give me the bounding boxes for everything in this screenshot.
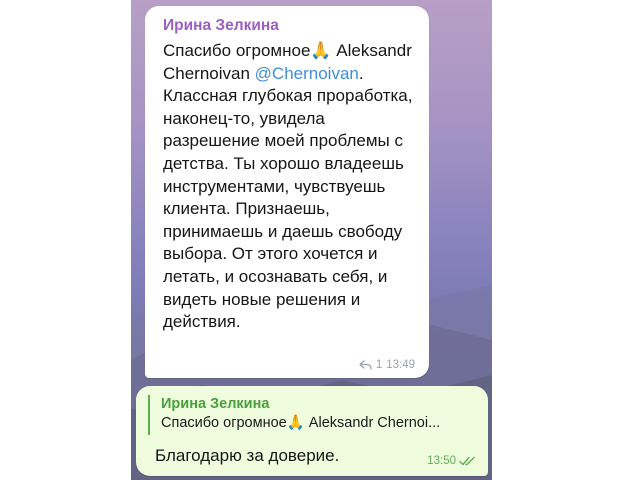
message-time: 13:49 bbox=[386, 359, 415, 371]
reply-quote[interactable]: Ирина Зелкина Спасибо огромное🙏 Aleksand… bbox=[148, 395, 472, 435]
message-text: Спасибо огромное🙏 Aleksandr Chernoivan @… bbox=[163, 40, 425, 334]
reply-count[interactable]: 1 bbox=[376, 359, 382, 371]
reply-arrow-icon[interactable] bbox=[359, 360, 372, 370]
message-meta: 1 13:49 bbox=[359, 359, 415, 371]
message-text-part: . Классная глубокая проработка, наконец-… bbox=[163, 63, 413, 332]
incoming-message-bubble[interactable]: Ирина Зелкина Спасибо огромное🙏 Aleksand… bbox=[145, 6, 429, 378]
sender-name[interactable]: Ирина Зелкина bbox=[163, 17, 279, 35]
double-check-icon bbox=[459, 456, 475, 466]
quote-text: Спасибо огромное🙏 Aleksandr Chernoi... bbox=[161, 415, 441, 431]
outgoing-message-bubble[interactable]: Ирина Зелкина Спасибо огромное🙏 Aleksand… bbox=[136, 386, 488, 476]
message-text: Благодарю за доверие. bbox=[155, 446, 340, 465]
user-mention-link[interactable]: @Chernoivan bbox=[255, 64, 359, 83]
message-time: 13:50 bbox=[427, 455, 456, 467]
message-meta: 13:50 bbox=[427, 455, 476, 467]
quote-sender-name: Ирина Зелкина bbox=[161, 396, 270, 412]
